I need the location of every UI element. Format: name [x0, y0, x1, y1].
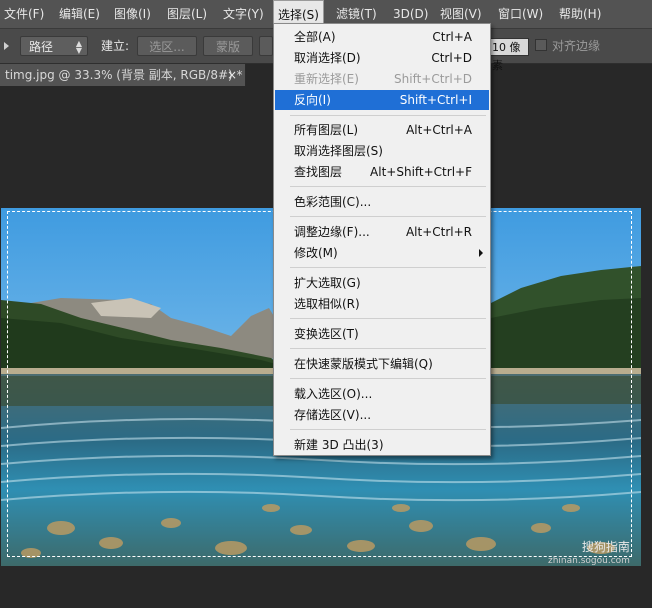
menu-item-find-layers[interactable]: 查找图层 Alt+Shift+Ctrl+F — [275, 162, 489, 182]
menu-item-transform-selection[interactable]: 变换选区(T) — [275, 324, 489, 344]
mode-select-value: 路径 — [29, 40, 54, 54]
menu-item-new-3d-extrusion[interactable]: 新建 3D 凸出(3) — [275, 435, 489, 455]
menu-help[interactable]: 帮助(H) — [555, 0, 605, 28]
menu-separator — [290, 216, 486, 217]
menu-separator — [290, 115, 486, 116]
menu-item-load-selection[interactable]: 载入选区(O)... — [275, 384, 489, 404]
menu-item-color-range[interactable]: 色彩范围(C)... — [275, 192, 489, 212]
feather-field[interactable]: 10 像素 — [489, 38, 529, 72]
menu-type[interactable]: 文字(Y) — [219, 0, 268, 28]
menu-separator — [290, 267, 486, 268]
menu-item-modify[interactable]: 修改(M) — [275, 243, 489, 263]
menu-image[interactable]: 图像(I) — [110, 0, 155, 28]
menu-item-save-selection[interactable]: 存储选区(V)... — [275, 405, 489, 425]
menu-separator — [290, 318, 486, 319]
mode-select[interactable]: 路径 ▲ ▼ — [20, 36, 88, 56]
stepper-arrows-icon: ▲ ▼ — [75, 39, 82, 55]
menu-item-deselect-layers[interactable]: 取消选择图层(S) — [275, 141, 489, 161]
menu-separator — [290, 429, 486, 430]
menu-item-select-all[interactable]: 全部(A) Ctrl+A — [275, 27, 489, 47]
menu-item-all-layers[interactable]: 所有图层(L) Alt+Ctrl+A — [275, 120, 489, 140]
menu-item-deselect[interactable]: 取消选择(D) Ctrl+D — [275, 48, 489, 68]
menu-edit[interactable]: 编辑(E) — [55, 0, 104, 28]
menu-item-grow[interactable]: 扩大选取(G) — [275, 273, 489, 293]
document-tab[interactable]: timg.jpg @ 33.3% (背景 副本, RGB/8#) * × — [0, 64, 246, 86]
menu-item-reselect[interactable]: 重新选择(E) Shift+Ctrl+D — [275, 69, 489, 89]
menu-item-similar[interactable]: 选取相似(R) — [275, 294, 489, 314]
menu-layer[interactable]: 图层(L) — [163, 0, 211, 28]
menu-separator — [290, 348, 486, 349]
submenu-arrow-icon — [479, 249, 483, 257]
tool-preset-arrow-icon[interactable] — [4, 42, 9, 50]
make-label: 建立: — [101, 39, 130, 53]
menu-file[interactable]: 文件(F) — [0, 0, 48, 28]
menu-window[interactable]: 窗口(W) — [494, 0, 547, 28]
menu-separator — [290, 186, 486, 187]
watermark: 搜狗指南 zhinan.sogou.com — [548, 540, 630, 568]
align-edges-checkbox[interactable] — [535, 39, 547, 51]
make-selection-button[interactable]: 选区... — [137, 36, 197, 56]
menu-item-quick-mask[interactable]: 在快速蒙版模式下编辑(Q) — [275, 354, 489, 374]
watermark-url: zhinan.sogou.com — [548, 556, 630, 566]
make-shape-button[interactable] — [259, 36, 273, 56]
document-tab-title: timg.jpg @ 33.3% (背景 副本, RGB/8#) * — [5, 68, 243, 82]
close-icon[interactable]: × — [227, 64, 237, 86]
select-menu-dropdown: 全部(A) Ctrl+A 取消选择(D) Ctrl+D 重新选择(E) Shif… — [273, 23, 491, 456]
menu-separator — [290, 378, 486, 379]
menu-item-refine-edge[interactable]: 调整边缘(F)... Alt+Ctrl+R — [275, 222, 489, 242]
make-mask-button[interactable]: 蒙版 — [203, 36, 253, 56]
align-edges-label: 对齐边缘 — [552, 39, 601, 53]
menu-item-inverse[interactable]: 反向(I) Shift+Ctrl+I — [275, 90, 489, 110]
watermark-brand: 搜狗指南 — [581, 540, 630, 554]
